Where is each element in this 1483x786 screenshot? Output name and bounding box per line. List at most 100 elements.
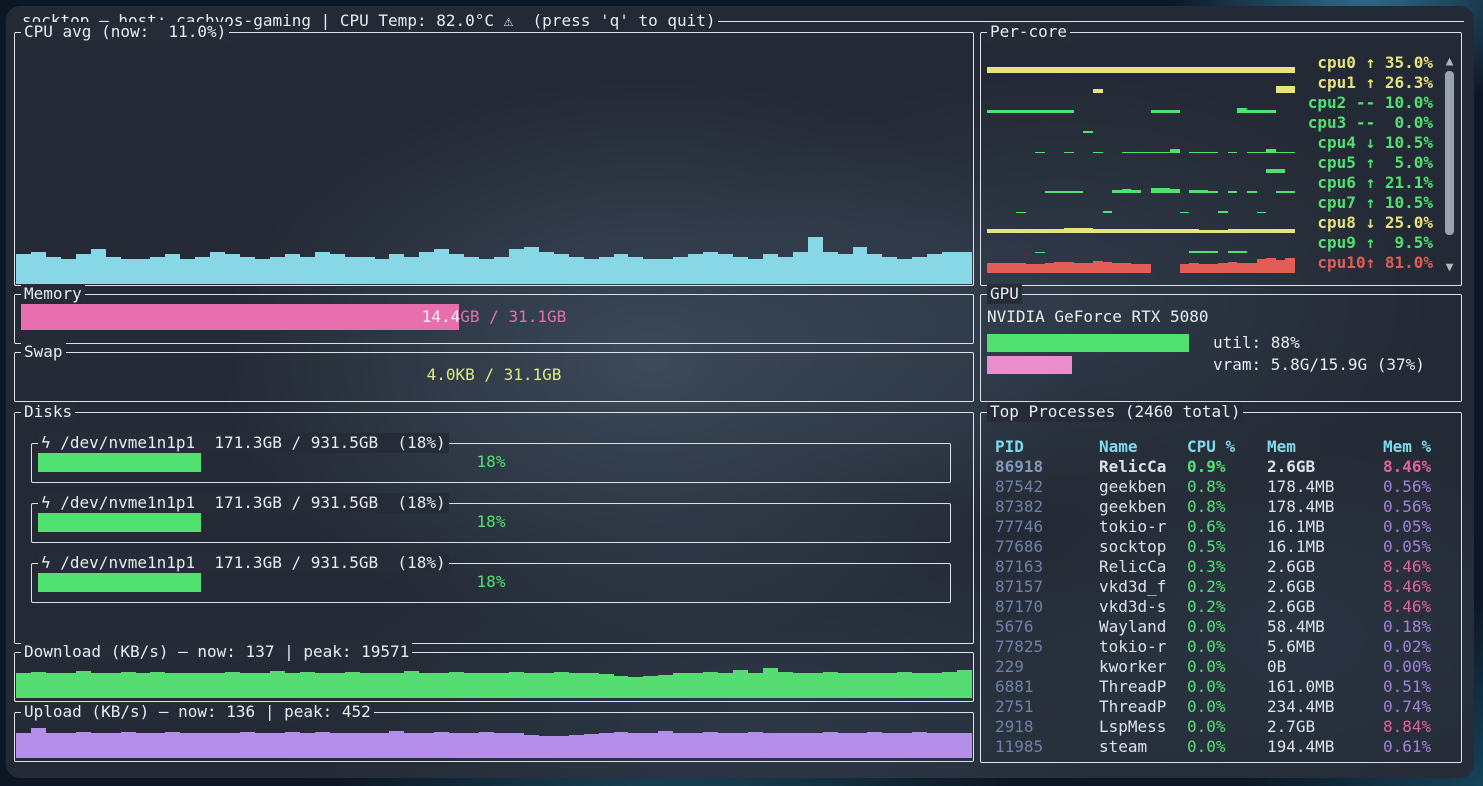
mem-cell: 194.4MB	[1267, 737, 1334, 757]
mem-cell: 0B	[1267, 657, 1286, 677]
swap-usage-text: 4.0KB / 31.1GB	[427, 365, 562, 385]
spark-bar	[479, 259, 494, 284]
core-label: cpu1 ↑ 26.3%	[1305, 73, 1433, 93]
spark-bar	[1285, 229, 1295, 234]
process-row[interactable]: 77686socktop0.5%16.1MB0.05%	[995, 537, 1451, 557]
spark-bar	[1045, 110, 1055, 113]
spark-bar	[997, 263, 1007, 273]
core-sparkline	[987, 55, 1295, 73]
process-row[interactable]: 87542geekben0.8%178.4MB0.56%	[995, 477, 1451, 497]
mem-cell: 16.1MB	[1267, 517, 1325, 537]
spark-bar	[449, 254, 464, 284]
process-row[interactable]: 87382geekben0.8%178.4MB0.56%	[995, 497, 1451, 517]
mem-cell: 2.6GB	[1267, 577, 1315, 597]
spark-bar	[688, 254, 703, 284]
cpu-cell: 0.8%	[1187, 497, 1226, 517]
gpu-vram-fill	[987, 356, 1072, 374]
column-header[interactable]: Name	[1099, 437, 1138, 457]
spark-bar	[315, 252, 330, 285]
per-core-list: cpu0 ↑ 35.0%cpu1 ↑ 26.3%cpu2 -- 10.0%cpu…	[987, 53, 1457, 273]
core-sparkline	[987, 155, 1295, 173]
spark-bar	[76, 671, 91, 698]
pid-cell: 77686	[995, 537, 1043, 557]
disk-gauge: 18%	[38, 452, 944, 472]
spark-bar	[360, 733, 375, 759]
process-row[interactable]: 87163RelicCa0.3%2.6GB8.46%	[995, 557, 1451, 577]
spark-bar	[195, 257, 210, 285]
process-row[interactable]: 87157vkd3d_f0.2%2.6GB8.46%	[995, 577, 1451, 597]
core-sparkline	[987, 75, 1295, 93]
core-label: cpu6 ↑ 21.1%	[1305, 173, 1433, 193]
process-row[interactable]: 11985steam0.0%194.4MB0.61%	[995, 737, 1451, 757]
processes-panel: Top Processes (2460 total) PIDNameCPU %M…	[980, 412, 1462, 763]
mem-cell: 2.6GB	[1267, 557, 1315, 577]
process-row[interactable]: 77746tokio-r0.6%16.1MB0.05%	[995, 517, 1451, 537]
disks-panel-title: Disks	[21, 402, 75, 422]
core-sparkline	[987, 135, 1295, 153]
pid-cell: 77746	[995, 517, 1043, 537]
spark-bar	[1218, 230, 1228, 233]
spark-bar	[1257, 110, 1267, 113]
spark-bar	[106, 733, 121, 758]
column-header[interactable]: Mem	[1267, 437, 1296, 457]
disk-title: ϟ /dev/nvme1n1p1 171.3GB / 931.5GB (18%)	[38, 493, 449, 513]
pid-cell: 229	[995, 657, 1024, 677]
process-row[interactable]: 86918RelicCa0.9%2.6GB8.46%	[995, 457, 1451, 477]
mem-pct-cell: 0.02%	[1383, 637, 1431, 657]
process-row[interactable]: 2751ThreadP0.0%234.4MB0.74%	[995, 697, 1451, 717]
column-header[interactable]: Mem %	[1383, 437, 1431, 457]
core-row-cpu5: cpu5 ↑ 5.0%	[987, 153, 1457, 173]
column-header[interactable]: PID	[995, 437, 1024, 457]
pid-cell: 2918	[995, 717, 1034, 737]
mem-pct-cell: 0.05%	[1383, 537, 1431, 557]
spark-bar	[1083, 263, 1093, 273]
spark-bar	[1247, 263, 1257, 273]
spark-bar	[1035, 252, 1045, 253]
process-row[interactable]: 2918LspMess0.0%2.7GB8.84%	[995, 717, 1451, 737]
spark-bar	[180, 673, 195, 698]
mem-pct-cell: 8.46%	[1383, 597, 1431, 617]
process-row[interactable]: 5676Wayland0.0%58.4MB0.18%	[995, 617, 1451, 637]
process-row[interactable]: 77825tokio-r0.0%5.6MB0.02%	[995, 637, 1451, 657]
spark-bar	[882, 673, 897, 698]
spark-bar	[375, 733, 390, 758]
spark-bar	[300, 733, 315, 758]
spark-bar	[91, 733, 106, 758]
core-sparkline	[987, 195, 1295, 213]
spark-bar	[897, 259, 912, 284]
spark-bar	[1180, 229, 1190, 233]
spark-bar	[584, 673, 599, 698]
spark-bar	[150, 733, 165, 758]
scroll-up-icon[interactable]: ▲	[1443, 55, 1456, 69]
per-core-scrollbar[interactable]: ▲ ▼	[1443, 55, 1456, 275]
scrollbar-thumb[interactable]	[1445, 71, 1454, 235]
spark-bar	[1285, 191, 1295, 193]
spark-bar	[1276, 169, 1286, 173]
scroll-down-icon[interactable]: ▼	[1443, 261, 1456, 275]
spark-bar	[509, 249, 524, 284]
disk-gauge-label: 18%	[38, 512, 944, 532]
spark-bar	[434, 732, 449, 758]
spark-bar	[1180, 67, 1190, 73]
spark-bar	[1074, 228, 1084, 233]
spark-bar	[1054, 262, 1064, 273]
disk-gauge-label: 18%	[38, 452, 944, 472]
spark-bar	[1247, 229, 1257, 233]
spark-bar	[389, 254, 404, 284]
upload-panel: Upload (KB/s) — now: 136 | peak: 452	[14, 712, 974, 762]
spark-bar	[389, 673, 404, 699]
process-row[interactable]: 229kworker0.0%0B0.00%	[995, 657, 1451, 677]
spark-bar	[1064, 110, 1074, 113]
mem-cell: 2.7GB	[1267, 717, 1315, 737]
memory-panel-title: Memory	[21, 284, 85, 304]
spark-bar	[778, 733, 793, 759]
memory-panel: Memory 14.4GB / 31.1GB	[14, 294, 974, 344]
process-row[interactable]: 87170vkd3d-s0.2%2.6GB8.46%	[995, 597, 1451, 617]
spark-bar	[285, 732, 300, 758]
spark-bar	[763, 668, 778, 698]
column-header[interactable]: CPU %	[1187, 437, 1235, 457]
process-row[interactable]: 6881ThreadP0.0%161.0MB0.51%	[995, 677, 1451, 697]
spark-bar	[479, 732, 494, 758]
spark-bar	[1045, 263, 1055, 273]
spark-bar	[165, 732, 180, 758]
